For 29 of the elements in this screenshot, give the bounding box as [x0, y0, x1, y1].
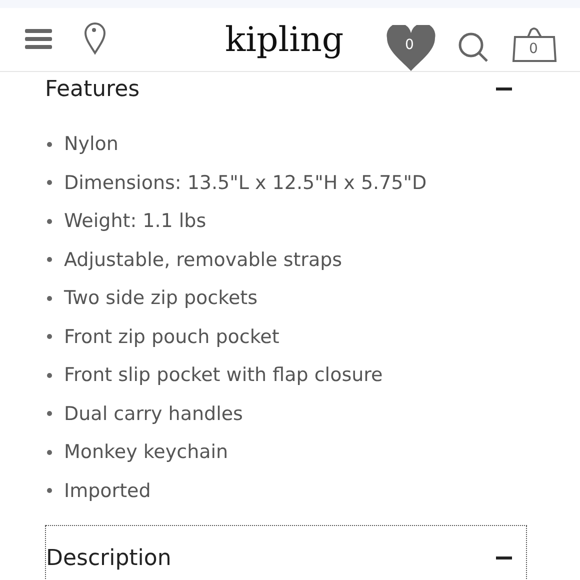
bullet-icon: [47, 411, 52, 416]
bullet-icon: [47, 488, 52, 494]
bullet-icon: [47, 334, 52, 340]
feature-item: Adjustable, removable straps: [64, 248, 342, 272]
bullet-icon: [47, 142, 52, 147]
bullet-icon: [47, 180, 52, 186]
feature-item: Monkey keychain: [64, 440, 228, 465]
bullet-icon: [47, 450, 52, 455]
bullet-icon: [47, 257, 52, 262]
feature-item: Two side zip pockets: [64, 286, 258, 311]
section-title[interactable]: Features: [45, 72, 140, 106]
feature-item: Imported: [64, 478, 151, 504]
location-pin-icon[interactable]: [84, 22, 106, 55]
feature-item: Front slip pocket with flap closure: [64, 363, 383, 388]
feature-item: Dimensions: 13.5"L x 12.5"H x 5.75"D: [64, 170, 427, 196]
feature-item: Dual carry handles: [64, 402, 243, 426]
search-icon[interactable]: [458, 32, 489, 63]
wishlist-heart-icon[interactable]: 0: [386, 25, 436, 72]
bullet-icon: [47, 372, 52, 378]
feature-item: Front zip pouch pocket: [64, 324, 280, 350]
bullet-icon: [47, 218, 52, 224]
feature-item: Weight: 1.1 lbs: [64, 209, 206, 234]
wishlist-count: 0: [405, 37, 414, 53]
logo[interactable]: kipling: [225, 18, 344, 62]
bullet-icon: [47, 296, 52, 301]
cart-count: 0: [529, 41, 538, 57]
menu-icon[interactable]: [25, 27, 52, 51]
feature-item: Nylon: [64, 132, 118, 157]
section-title[interactable]: Description: [46, 542, 172, 574]
